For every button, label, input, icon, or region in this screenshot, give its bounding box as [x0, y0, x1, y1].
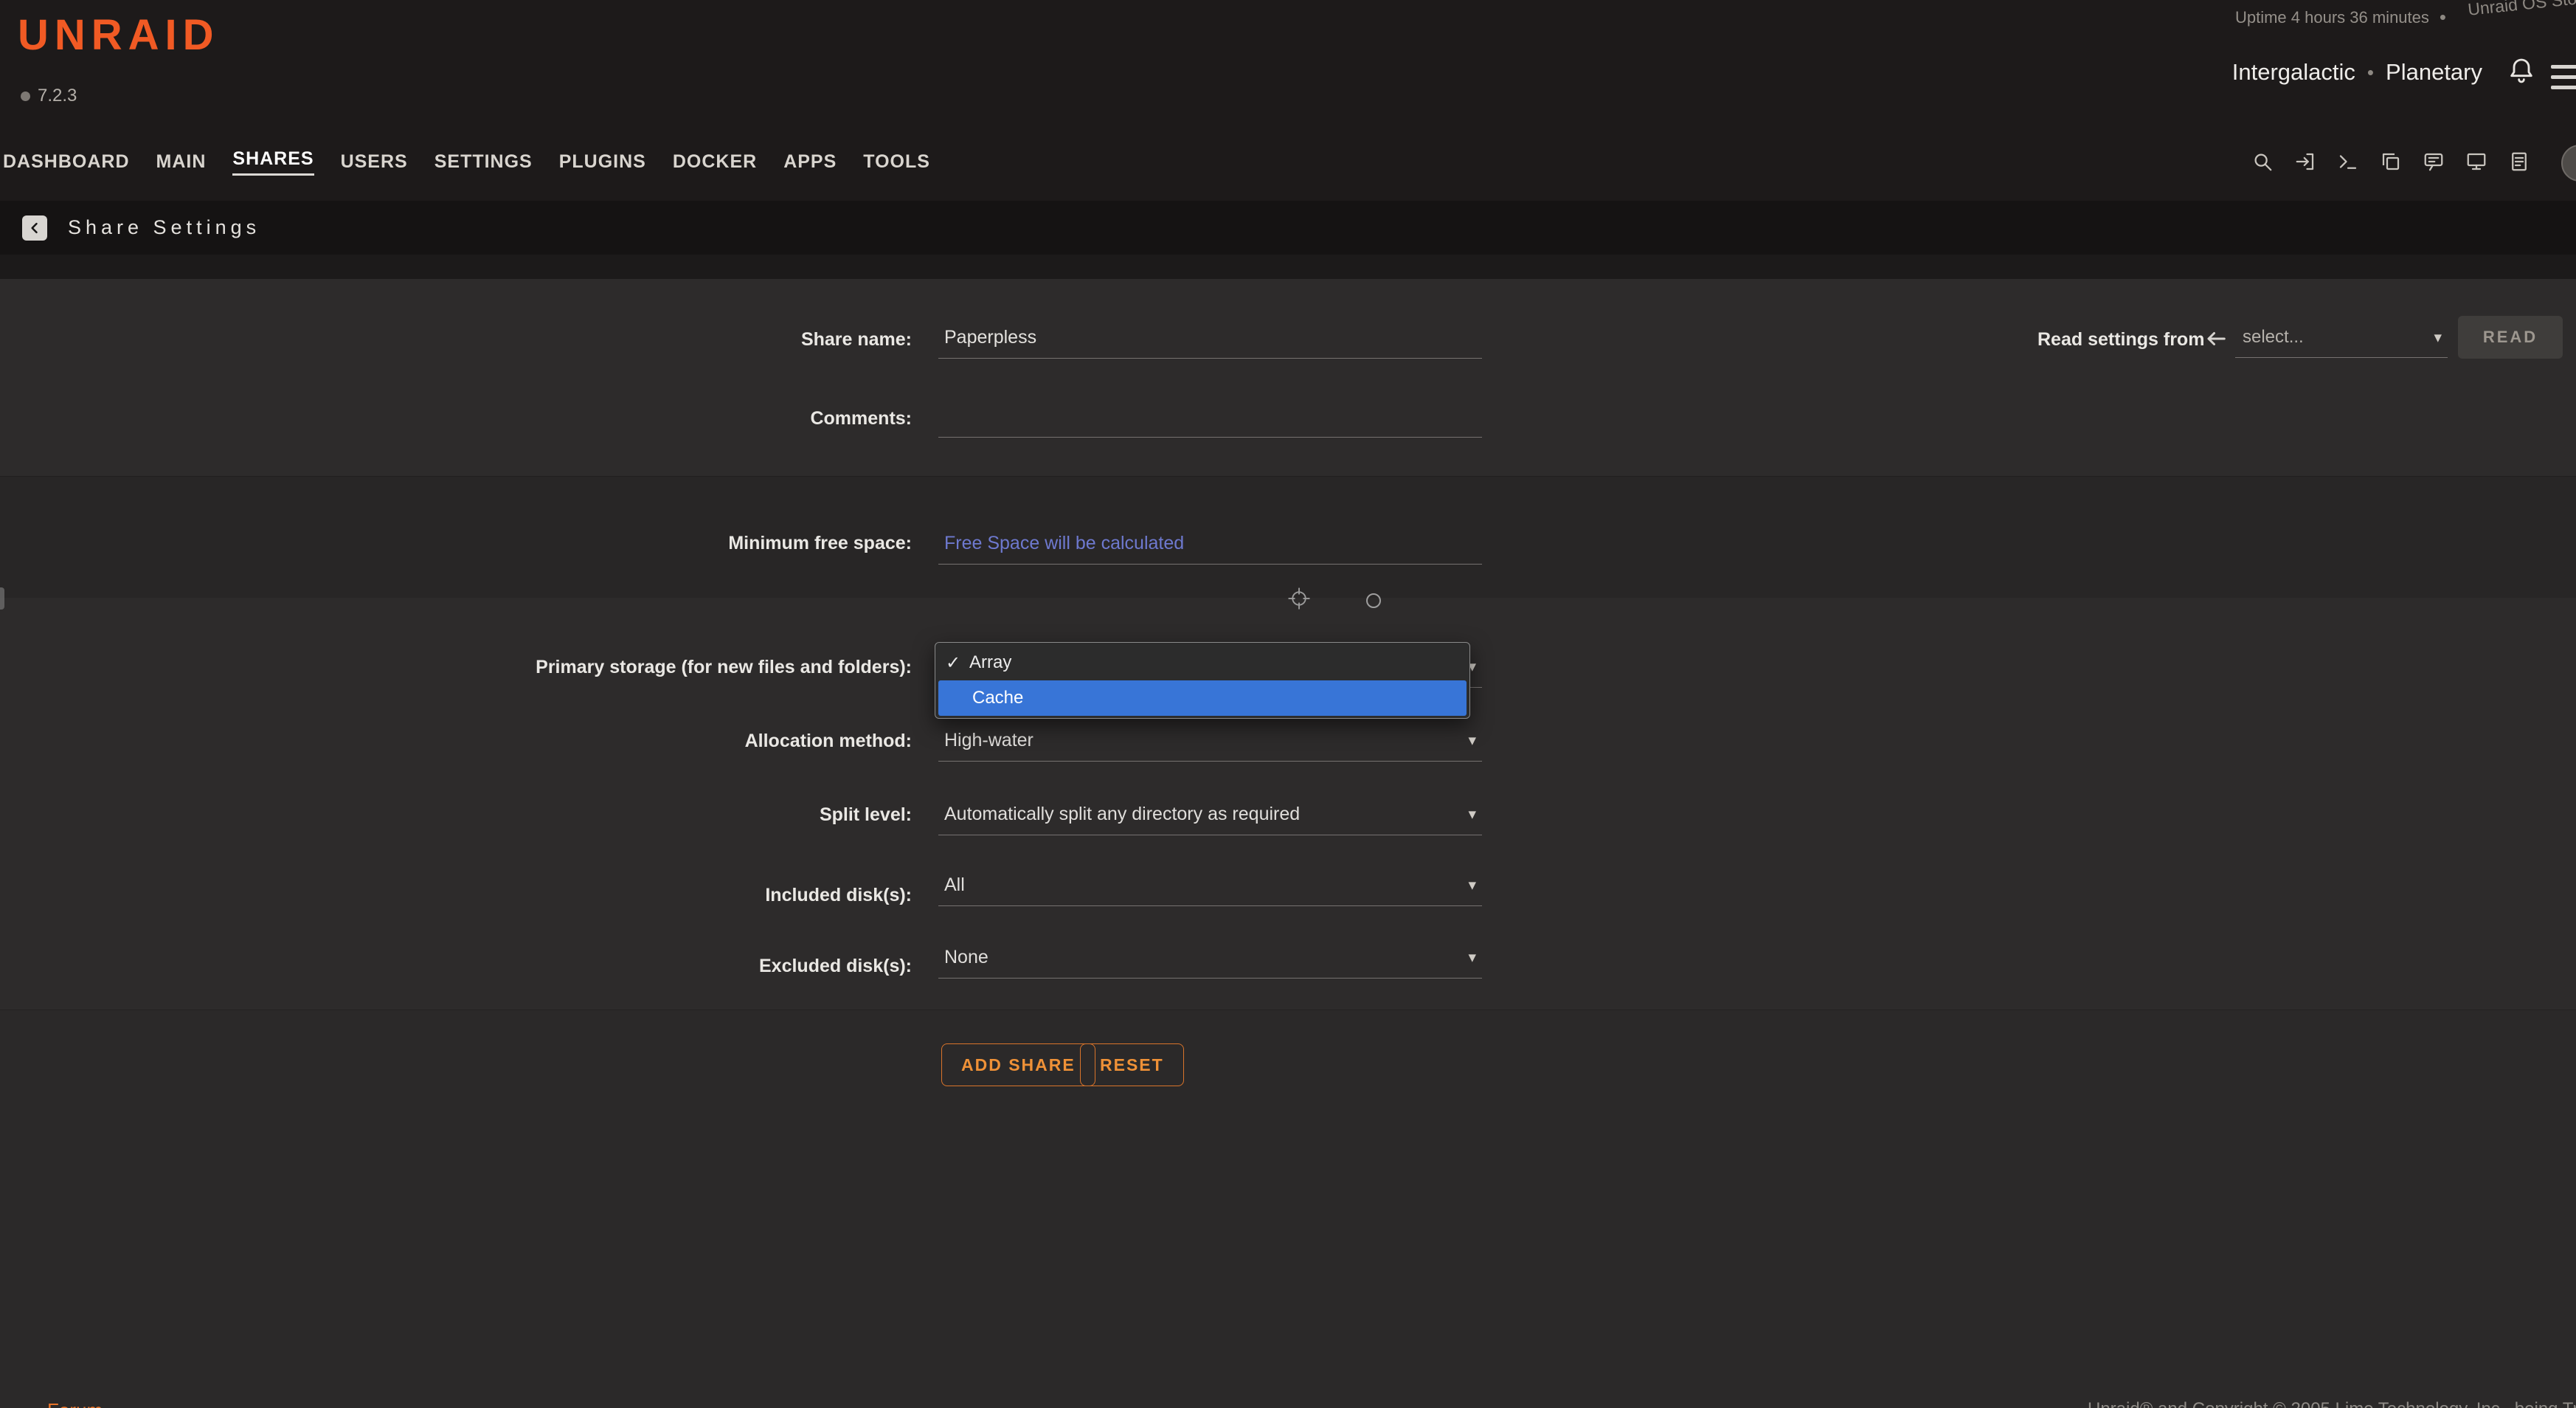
bell-icon[interactable] [2507, 56, 2536, 86]
split-level-label: Split level: [0, 804, 912, 826]
nav-item-main[interactable]: MAIN [143, 140, 220, 183]
checkmark-icon: ✓ [946, 652, 962, 674]
terminal-icon[interactable] [2337, 151, 2359, 173]
title-bar-spacer [0, 255, 2576, 279]
uptime-info: Uptime 4 hours 36 minutes • [2235, 6, 2446, 29]
separator-dot: • [2367, 61, 2374, 84]
included-disks-value: All [944, 874, 965, 896]
crosshair-cursor-icon [1288, 587, 1310, 610]
nav-item-docker[interactable]: DOCKER [659, 140, 770, 183]
hamburger-menu-icon[interactable] [2551, 65, 2576, 96]
nav-item-settings[interactable]: SETTINGS [421, 140, 546, 183]
included-disks-label: Included disk(s): [0, 885, 912, 906]
separator-dot: • [2440, 6, 2446, 29]
primary-storage-label: Primary storage (for new files and folde… [0, 657, 912, 678]
comments-label: Comments: [0, 408, 912, 429]
main-nav: DASHBOARD MAIN SHARES USERS SETTINGS PLU… [0, 140, 944, 183]
allocation-method-label: Allocation method: [0, 731, 912, 752]
footer-link[interactable]: Forum [47, 1399, 103, 1408]
split-level-value: Automatically split any directory as req… [944, 804, 1300, 825]
split-level-select[interactable]: Automatically split any directory as req… [938, 794, 1482, 835]
share-name-field [938, 317, 1482, 359]
read-button[interactable]: READ [2458, 316, 2563, 359]
nav-item-apps[interactable]: APPS [770, 140, 850, 183]
included-disks-select[interactable]: All ▾ [938, 865, 1482, 906]
content-band [0, 279, 2576, 476]
back-icon[interactable] [22, 215, 47, 241]
dropdown-arrow-icon: ▾ [1468, 876, 1476, 894]
dropdown-arrow-icon: ▾ [1468, 805, 1476, 824]
dropdown-option-label: Array [969, 652, 1011, 673]
dropdown-option-cache[interactable]: Cache [938, 680, 1467, 716]
excluded-disks-value: None [944, 947, 988, 968]
dropdown-option-label: Cache [972, 688, 1023, 708]
circle-cursor-icon [1366, 593, 1381, 608]
read-settings-select[interactable]: select... ▾ [2235, 317, 2448, 358]
dropdown-arrow-icon: ▾ [1468, 948, 1476, 967]
nav-item-plugins[interactable]: PLUGINS [546, 140, 659, 183]
reset-button[interactable]: RESET [1080, 1043, 1184, 1086]
server-identity: Intergalactic • Planetary [2232, 59, 2482, 86]
share-name-input[interactable] [938, 317, 1482, 358]
version-number: 7.2.3 [38, 86, 77, 106]
page-title: Share Settings [68, 216, 260, 239]
uptime-label: Uptime 4 hours 36 minutes [2235, 8, 2429, 27]
read-settings-label: Read settings from [2037, 329, 2204, 351]
monitor-icon[interactable] [2465, 151, 2487, 173]
share-name-label: Share name: [0, 329, 912, 351]
chat-icon[interactable] [2423, 151, 2445, 173]
allocation-method-select[interactable]: High-water ▾ [938, 720, 1482, 762]
content-band [0, 1010, 2576, 1408]
read-settings-select-value: select... [2243, 327, 2304, 348]
left-edge-handle [0, 587, 4, 610]
excluded-disks-select[interactable]: None ▾ [938, 937, 1482, 979]
header-toolbar [2251, 140, 2530, 183]
page-title-bar: Share Settings [0, 201, 2576, 255]
os-banner-label: Unraid OS Stor [2467, 0, 2576, 20]
min-free-space-field [938, 523, 1482, 565]
allocation-method-value: High-water [944, 730, 1033, 751]
copy-icon[interactable] [2380, 151, 2402, 173]
sign-out-icon[interactable] [2294, 151, 2316, 173]
server-tagline: Planetary [2386, 59, 2482, 86]
server-name: Intergalactic [2232, 59, 2355, 86]
nav-item-dashboard[interactable]: DASHBOARD [0, 140, 143, 183]
dropdown-arrow-icon: ▾ [2434, 328, 2442, 347]
nav-item-shares[interactable]: SHARES [219, 140, 327, 183]
unraid-share-settings-page: UNRAID 7.2.3 Uptime 4 hours 36 minutes •… [0, 0, 2576, 1408]
primary-storage-dropdown: ✓ Array Cache [935, 642, 1470, 719]
excluded-disks-label: Excluded disk(s): [0, 956, 912, 977]
add-share-button[interactable]: ADD SHARE [941, 1043, 1095, 1086]
dropdown-option-array[interactable]: ✓ Array [935, 645, 1469, 680]
unraid-logo[interactable]: UNRAID [18, 10, 220, 60]
min-free-space-label: Minimum free space: [0, 533, 912, 554]
search-icon[interactable] [2251, 151, 2274, 173]
log-icon[interactable] [2508, 151, 2530, 173]
arrow-left-icon [2204, 328, 2228, 350]
nav-item-users[interactable]: USERS [328, 140, 421, 183]
nav-item-tools[interactable]: TOOLS [850, 140, 944, 183]
dropdown-arrow-icon: ▾ [1468, 731, 1476, 750]
min-free-space-input[interactable] [938, 523, 1482, 564]
comments-field [938, 396, 1482, 438]
footer-copyright: Unraid® and Copyright © 2005 Lime Techno… [2088, 1399, 2576, 1408]
version-dot-icon [21, 92, 30, 101]
version-label: 7.2.3 [21, 86, 77, 106]
comments-input[interactable] [938, 396, 1482, 437]
